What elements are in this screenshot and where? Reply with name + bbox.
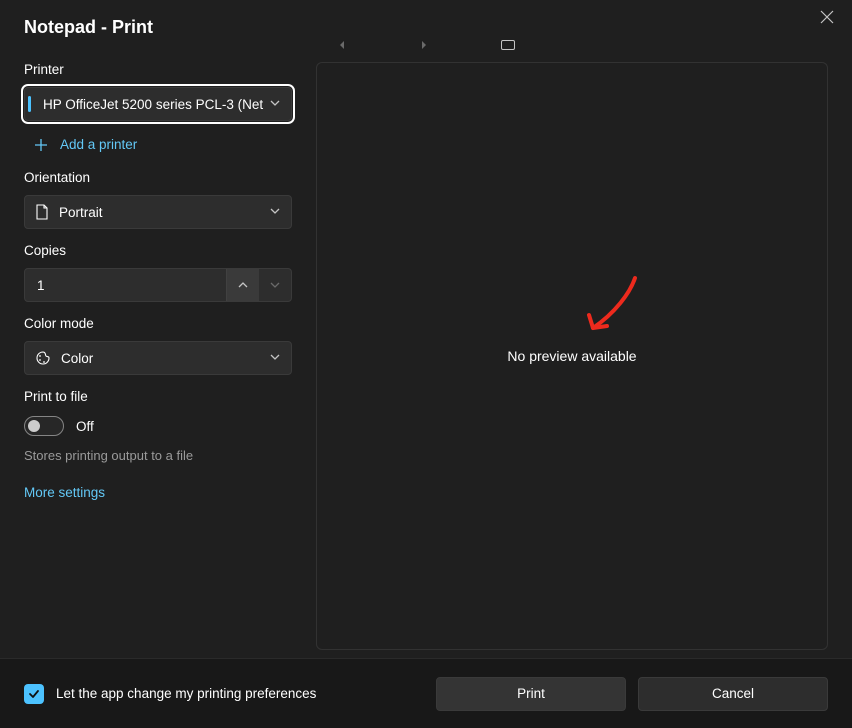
copies-label: Copies <box>24 243 292 258</box>
preferences-checkbox-label: Let the app change my printing preferenc… <box>56 686 316 701</box>
print-to-file-toggle[interactable] <box>24 416 64 436</box>
no-preview-text: No preview available <box>507 348 636 364</box>
add-printer-label: Add a printer <box>60 137 137 152</box>
print-to-file-help: Stores printing output to a file <box>24 448 292 463</box>
color-mode-label: Color mode <box>24 316 292 331</box>
add-printer-link[interactable]: Add a printer <box>24 133 292 156</box>
orientation-label: Orientation <box>24 170 292 185</box>
print-button[interactable]: Print <box>436 677 626 711</box>
copies-stepper <box>24 268 292 302</box>
chevron-down-icon <box>269 351 281 366</box>
chevron-down-icon <box>269 97 281 112</box>
cancel-button[interactable]: Cancel <box>638 677 828 711</box>
footer: Let the app change my printing preferenc… <box>0 658 852 728</box>
plus-icon <box>34 138 48 152</box>
prev-page-button[interactable] <box>337 40 347 50</box>
preview-nav <box>337 40 515 50</box>
more-settings-link[interactable]: More settings <box>24 485 292 500</box>
next-page-button[interactable] <box>419 40 429 50</box>
preview-panel: No preview available <box>316 62 828 650</box>
dialog-title: Notepad - Print <box>24 17 153 38</box>
portrait-icon <box>35 204 49 220</box>
printer-selected: HP OfficeJet 5200 series PCL-3 (Net <box>35 97 269 112</box>
color-mode-dropdown[interactable]: Color <box>24 341 292 375</box>
color-mode-selected: Color <box>51 351 269 366</box>
focus-accent <box>28 96 31 112</box>
print-to-file-label: Print to file <box>24 389 292 404</box>
print-to-file-state: Off <box>76 419 94 434</box>
print-options-panel: Printer HP OfficeJet 5200 series PCL-3 (… <box>24 54 292 658</box>
printer-label: Printer <box>24 62 292 77</box>
copies-input[interactable] <box>25 278 226 293</box>
toggle-knob <box>28 420 40 432</box>
chevron-down-icon <box>269 205 281 220</box>
preferences-checkbox[interactable] <box>24 684 44 704</box>
orientation-dropdown[interactable]: Portrait <box>24 195 292 229</box>
orientation-selected: Portrait <box>49 205 269 220</box>
palette-icon <box>35 350 51 366</box>
close-button[interactable] <box>820 10 834 24</box>
copies-increment-button[interactable] <box>226 269 259 301</box>
printer-dropdown[interactable]: HP OfficeJet 5200 series PCL-3 (Net <box>24 87 292 121</box>
copies-decrement-button[interactable] <box>259 269 291 301</box>
fullscreen-icon[interactable] <box>501 40 515 50</box>
